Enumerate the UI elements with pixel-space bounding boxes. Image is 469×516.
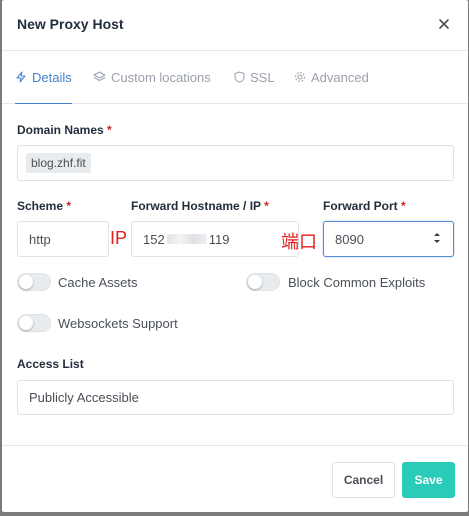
- ip-annotation: IP: [110, 228, 128, 248]
- scheme-input[interactable]: http: [17, 221, 109, 257]
- tab-custom-locations-label: Custom locations: [111, 69, 211, 85]
- dialog-title: New Proxy Host: [17, 16, 124, 32]
- hostname-prefix: 152: [143, 231, 165, 247]
- tab-ssl-label: SSL: [250, 69, 275, 85]
- domain-names-input[interactable]: blog.zhf.fit: [17, 145, 454, 181]
- hostname-suffix: 119: [208, 231, 230, 247]
- tab-bar: Details Custom locations SSL Advanced: [2, 51, 468, 104]
- gear-icon: [295, 72, 305, 82]
- tab-details[interactable]: Details: [15, 51, 72, 104]
- websockets-label: Websockets Support: [58, 316, 178, 331]
- block-exploits-toggle[interactable]: [246, 273, 280, 291]
- forward-hostname-label: Forward Hostname / IP *: [131, 199, 269, 213]
- layers-icon: [93, 71, 106, 81]
- number-spinner-icon[interactable]: [432, 228, 442, 248]
- access-list-label: Access List: [17, 357, 84, 371]
- cache-assets-toggle[interactable]: [17, 273, 51, 291]
- required-mark: *: [66, 199, 72, 213]
- shield-icon: [234, 71, 245, 83]
- forward-port-label: Forward Port *: [323, 199, 406, 213]
- cache-assets-label: Cache Assets: [58, 275, 138, 290]
- port-annotation: 端口: [281, 232, 317, 252]
- forward-hostname-input[interactable]: 152 119: [131, 221, 299, 257]
- tab-advanced[interactable]: Advanced: [294, 51, 369, 103]
- scheme-label: Scheme *: [17, 199, 72, 213]
- scheme-value: http: [29, 231, 51, 247]
- tab-details-label: Details: [32, 69, 72, 85]
- close-icon: [439, 19, 449, 29]
- redacted-region: [166, 234, 207, 244]
- tab-advanced-label: Advanced: [311, 69, 369, 85]
- required-mark: *: [401, 199, 406, 213]
- domain-names-label: Domain Names *: [17, 123, 112, 137]
- required-mark: *: [264, 199, 269, 213]
- required-mark: *: [107, 123, 112, 137]
- toggle-knob: [19, 316, 33, 330]
- save-button[interactable]: Save: [402, 462, 455, 498]
- dialog-header: New Proxy Host: [2, 0, 468, 51]
- proxy-host-dialog: New Proxy Host Details Custom locations: [2, 0, 468, 512]
- domain-tag[interactable]: blog.zhf.fit: [26, 153, 91, 173]
- dialog-footer: Cancel Save: [2, 445, 468, 513]
- tab-custom-locations[interactable]: Custom locations: [93, 51, 211, 103]
- forward-port-input[interactable]: 8090: [323, 221, 454, 257]
- zap-icon: [16, 71, 26, 83]
- block-exploits-label: Block Common Exploits: [288, 275, 426, 290]
- websockets-toggle[interactable]: [17, 314, 51, 332]
- toggle-knob: [248, 275, 262, 289]
- close-button[interactable]: [434, 14, 454, 34]
- access-list-select[interactable]: Publicly Accessible: [17, 380, 454, 415]
- port-value: 8090: [335, 231, 364, 247]
- tab-ssl[interactable]: SSL: [234, 51, 275, 103]
- cancel-button[interactable]: Cancel: [332, 462, 395, 498]
- toggle-knob: [19, 275, 33, 289]
- access-list-value: Publicly Accessible: [29, 390, 139, 405]
